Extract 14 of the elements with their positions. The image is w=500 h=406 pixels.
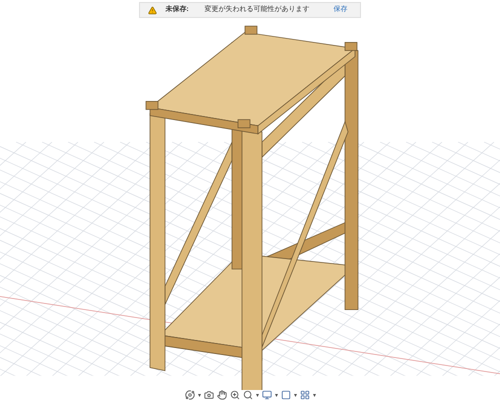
caret-icon[interactable] [274, 394, 278, 396]
warning-icon [148, 6, 158, 14]
search-icon[interactable] [242, 390, 252, 400]
pan-hand-icon[interactable] [216, 390, 226, 400]
orbit-icon[interactable] [184, 390, 194, 400]
square-icon[interactable] [280, 390, 290, 400]
caret-icon[interactable] [312, 394, 316, 396]
display-icon[interactable] [262, 390, 272, 400]
caret-icon[interactable] [198, 394, 200, 396]
zoom-icon[interactable] [230, 390, 240, 400]
caret-icon[interactable] [294, 394, 296, 396]
camera-icon[interactable] [204, 390, 214, 400]
caret-icon[interactable] [256, 394, 258, 396]
grid-icon[interactable] [300, 390, 310, 400]
